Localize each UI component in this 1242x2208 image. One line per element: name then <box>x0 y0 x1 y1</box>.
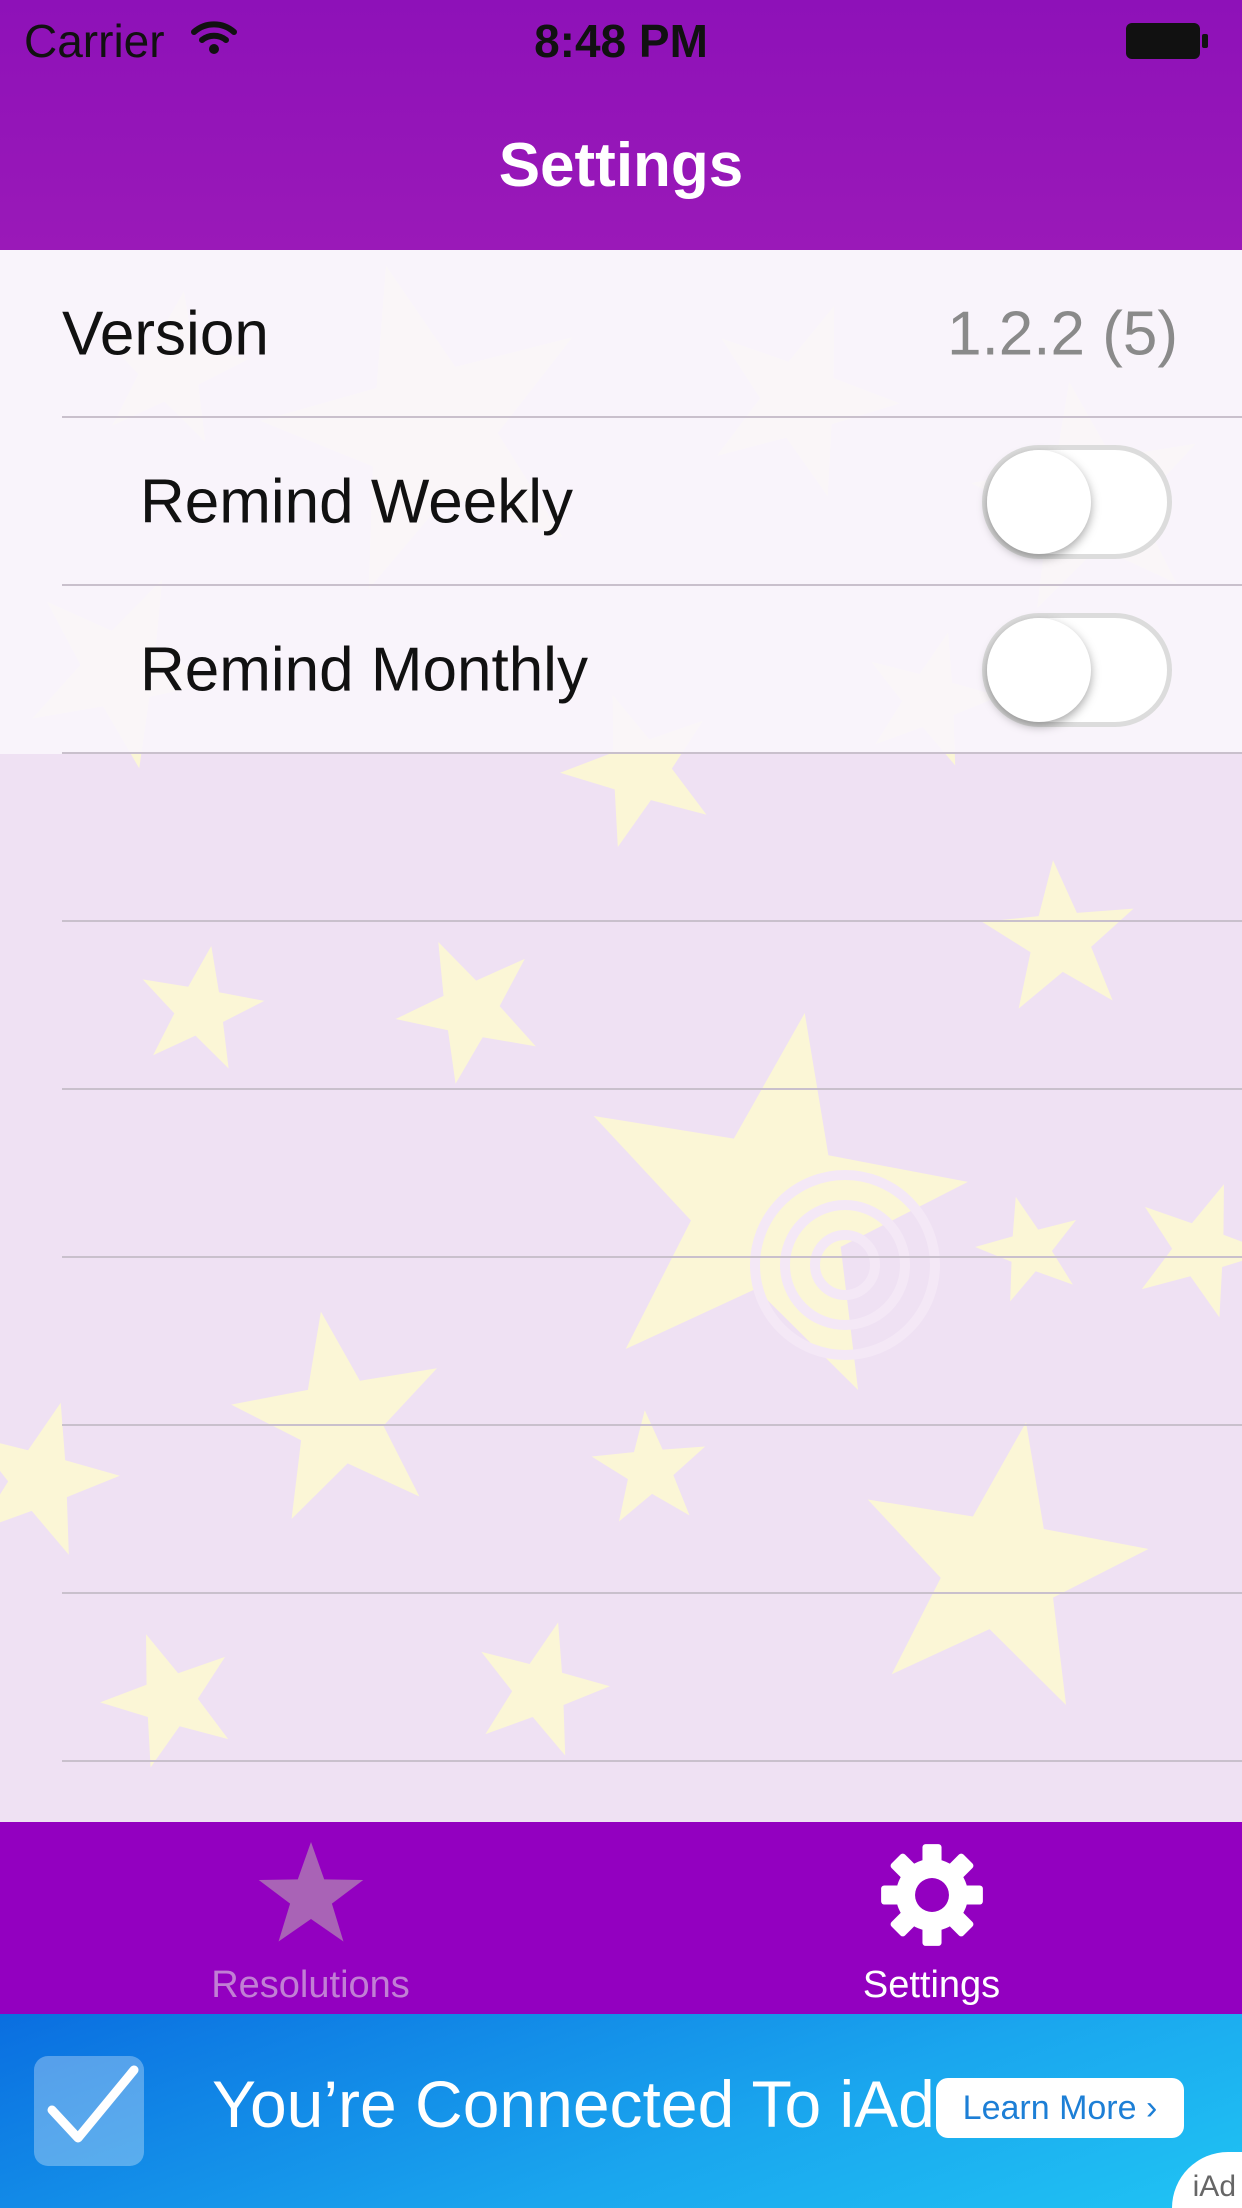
tab-resolutions-label: Resolutions <box>211 1964 410 2006</box>
gear-icon <box>879 1842 985 1953</box>
page-title: Settings <box>498 131 744 200</box>
tab-bar: Resolutions Settings <box>0 1822 1242 2014</box>
empty-row <box>0 1426 1242 1594</box>
remind-monthly-row: Remind Monthly <box>0 586 1242 754</box>
learn-more-button[interactable]: Learn More › <box>936 2078 1184 2138</box>
toggle-knob <box>987 450 1091 554</box>
remind-weekly-label: Remind Weekly <box>140 467 574 537</box>
tab-resolutions[interactable]: Resolutions <box>0 1822 621 2014</box>
empty-row <box>0 1594 1242 1762</box>
toggle-knob <box>987 618 1091 722</box>
ad-message: You’re Connected To iAd <box>212 2067 935 2141</box>
battery-icon <box>1125 22 1209 60</box>
iad-badge: iAd <box>1192 2170 1236 2203</box>
version-value: 1.2.2 (5) <box>947 299 1178 369</box>
version-label: Version <box>62 299 269 369</box>
empty-row <box>0 1258 1242 1426</box>
iad-banner[interactable]: You’re Connected To iAd Learn More › iAd <box>0 2014 1242 2208</box>
empty-row <box>0 922 1242 1090</box>
empty-row <box>0 754 1242 922</box>
remind-monthly-toggle[interactable] <box>982 613 1172 727</box>
row-separator <box>62 1760 1242 1762</box>
checkmark-icon <box>34 2056 144 2166</box>
navigation-bar: Carrier 8:48 PM Settings <box>0 0 1242 250</box>
status-time: 8:48 PM <box>534 15 708 67</box>
version-row: Version 1.2.2 (5) <box>0 250 1242 418</box>
tab-settings-label: Settings <box>862 1964 1001 2006</box>
star-icon <box>256 1842 366 1957</box>
remind-monthly-label: Remind Monthly <box>140 635 588 705</box>
tab-settings[interactable]: Settings <box>621 1822 1242 2014</box>
remind-weekly-toggle[interactable] <box>982 445 1172 559</box>
remind-weekly-row: Remind Weekly <box>0 418 1242 586</box>
empty-row <box>0 1090 1242 1258</box>
